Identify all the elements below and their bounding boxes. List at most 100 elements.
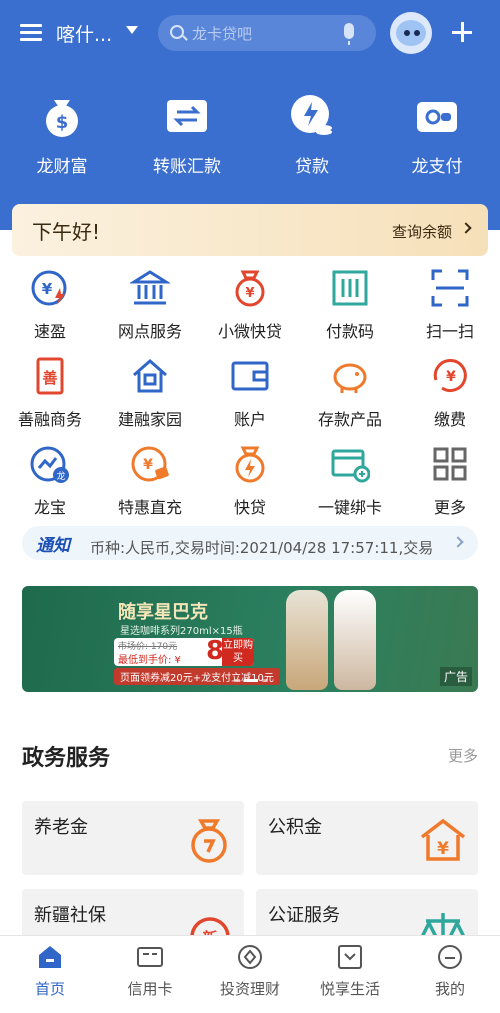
service-scan[interactable]: 扫一扫	[400, 268, 500, 348]
shan-icon: 善	[30, 356, 70, 396]
grid-more-icon	[430, 444, 470, 484]
quick-action-label: 龙财富	[36, 157, 88, 177]
greeting-text: 下午好!	[32, 220, 101, 244]
more-link[interactable]: 更多	[448, 745, 478, 766]
credit-card-icon	[137, 944, 163, 970]
bank-building-icon	[128, 268, 172, 308]
tab-life[interactable]: 悦享生活	[300, 944, 400, 999]
chevron-right-icon[interactable]	[460, 222, 472, 234]
wallet-account-icon	[230, 356, 270, 396]
svg-text:¥: ¥	[446, 369, 456, 385]
caret-down-icon[interactable]	[126, 26, 138, 34]
service-label: 快贷	[233, 498, 266, 517]
notice-bar[interactable]: 通知 币种:人民币,交易时间:2021/04/28 17:57:11,交易	[22, 526, 478, 560]
service-jianrong-home[interactable]: 建融家园	[100, 356, 200, 436]
yen-lightning-icon: ¥	[30, 268, 70, 308]
tab-label: 悦享生活	[319, 980, 380, 998]
life-icon	[337, 944, 363, 970]
promo-banner[interactable]: 随享星巴克 星选咖啡系列270ml×15瓶 市场价: 170元 最低到手价: ¥…	[22, 586, 478, 692]
tab-label: 首页	[34, 980, 65, 998]
microphone-icon[interactable]	[344, 23, 354, 45]
quick-action-longpay[interactable]: 龙支付	[387, 94, 487, 184]
check-balance-link[interactable]: 查询余额	[392, 221, 452, 242]
service-more[interactable]: 更多	[400, 444, 500, 524]
service-payment-code[interactable]: 付款码	[300, 268, 400, 348]
wallet-icon	[415, 94, 459, 138]
yen-bag-icon: ¥	[230, 268, 270, 308]
greeting-bar: 下午好! 查询余额	[12, 204, 488, 256]
banner-title: 随享星巴克	[118, 602, 208, 623]
invest-icon	[237, 944, 263, 970]
notice-tag: 通知	[36, 536, 70, 556]
city-selector[interactable]: 喀什...	[56, 20, 112, 47]
chevron-right-icon[interactable]	[452, 536, 464, 548]
card-label: 公证服务	[268, 905, 340, 926]
quick-action-label: 龙支付	[411, 157, 463, 177]
tab-label: 我的	[434, 980, 465, 998]
quick-action-transfer[interactable]: 转账汇款	[137, 94, 237, 184]
tab-credit-card[interactable]: 信用卡	[100, 944, 200, 999]
service-longbao[interactable]: 龙 龙宝	[0, 444, 100, 524]
service-account[interactable]: 账户	[200, 356, 300, 436]
tab-label: 信用卡	[127, 980, 173, 998]
service-deposit[interactable]: 存款产品	[300, 356, 400, 436]
svg-text:¥: ¥	[245, 286, 254, 301]
hamburger-menu-icon[interactable]	[20, 24, 42, 42]
service-label: 善融商务	[17, 410, 82, 429]
yen-tag-icon: ¥	[130, 444, 170, 484]
svg-text:¥: ¥	[42, 280, 53, 298]
svg-text:善: 善	[42, 369, 57, 387]
section-title: 政务服务	[22, 746, 111, 771]
quick-action-wealth[interactable]: $ 龙财富	[12, 94, 112, 184]
search-input[interactable]: 龙卡贷吧	[158, 15, 376, 51]
ad-label: 广告	[439, 667, 472, 686]
bottom-tab-bar: 首页 信用卡 投资理财 悦享生活 我的	[0, 935, 500, 1013]
plus-icon[interactable]	[452, 22, 472, 42]
tab-home[interactable]: 首页	[0, 944, 100, 999]
top-bar: 喀什... 龙卡贷吧	[0, 10, 500, 56]
banner-buy-button[interactable]: 立即购买	[222, 638, 254, 666]
coffee-bottle-image	[286, 590, 328, 690]
gov-card-pension[interactable]: 养老金	[22, 801, 244, 875]
svg-text:龙: 龙	[56, 470, 65, 482]
service-label: 一键绑卡	[317, 498, 382, 517]
service-label: 特惠直充	[117, 498, 182, 517]
bind-card-icon	[330, 444, 371, 484]
service-label: 缴费	[433, 410, 466, 429]
banner-lowest-price-label: 最低到手价: ¥	[118, 655, 181, 666]
card-label: 养老金	[34, 817, 88, 838]
quick-action-loan[interactable]: 贷款	[262, 94, 362, 184]
money-bag-icon: $	[40, 94, 84, 138]
service-label: 龙宝	[33, 498, 66, 517]
gov-card-housing-fund[interactable]: 公积金 ¥	[256, 801, 478, 875]
yen-clock-icon: ¥	[430, 356, 470, 396]
quick-action-label: 贷款	[295, 157, 329, 177]
service-quick-loan[interactable]: 快贷	[200, 444, 300, 524]
piggy-bank-icon	[330, 356, 370, 396]
service-label: 账户	[233, 410, 266, 429]
service-suying[interactable]: ¥ 速盈	[0, 268, 100, 348]
service-label: 建融家园	[117, 410, 182, 429]
tab-label: 投资理财	[219, 980, 280, 998]
service-label: 存款产品	[317, 410, 382, 429]
search-placeholder: 龙卡贷吧	[192, 25, 253, 43]
avatar[interactable]	[390, 12, 432, 54]
service-topup[interactable]: ¥ 特惠直充	[100, 444, 200, 524]
svg-text:$: $	[56, 112, 69, 133]
header: 喀什... 龙卡贷吧 $ 龙财富 转账汇款 贷款 龙支付	[0, 0, 500, 230]
service-label: 网点服务	[117, 322, 182, 341]
tab-investment[interactable]: 投资理财	[200, 944, 300, 999]
quick-action-label: 转账汇款	[153, 157, 221, 177]
barcode-icon	[330, 268, 370, 308]
service-label: 速盈	[33, 322, 66, 341]
service-branch[interactable]: 网点服务	[100, 268, 200, 348]
tab-profile[interactable]: 我的	[400, 944, 500, 999]
service-pay-bills[interactable]: ¥ 缴费	[400, 356, 500, 436]
loan-icon	[290, 94, 334, 138]
service-micro-loan[interactable]: ¥ 小微快贷	[200, 268, 300, 348]
search-icon	[170, 25, 184, 39]
svg-text:¥: ¥	[143, 457, 153, 473]
coffee-bottle-image	[334, 590, 376, 690]
service-shanrong[interactable]: 善 善融商务	[0, 356, 100, 436]
service-bind-card[interactable]: 一键绑卡	[300, 444, 400, 524]
